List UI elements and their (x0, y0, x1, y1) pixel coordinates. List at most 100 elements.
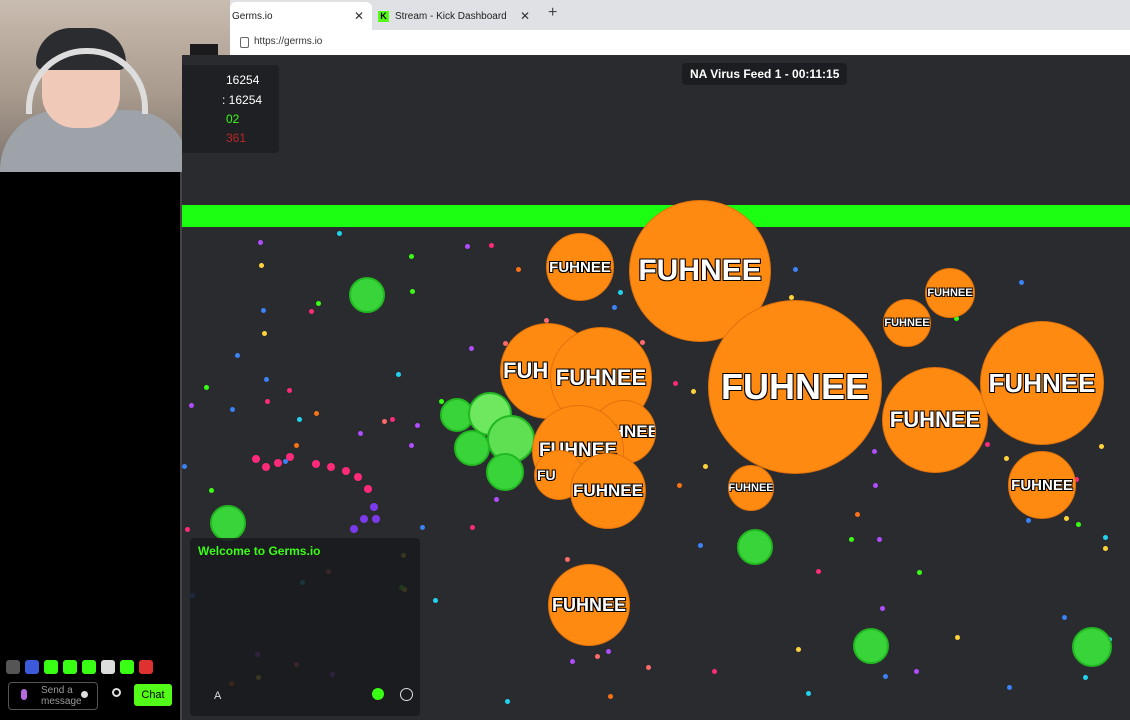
emote-icon[interactable] (120, 660, 134, 674)
emote-icon[interactable] (82, 660, 96, 674)
chat-welcome-message: Welcome to Germs.io (198, 544, 321, 558)
food-pellet (873, 483, 878, 488)
food-pellet (230, 407, 235, 412)
food-pellet (849, 537, 854, 542)
food-pellet (985, 442, 990, 447)
food-pellet (415, 423, 420, 428)
food-pellet (433, 598, 438, 603)
send-message-input[interactable]: Send a message (8, 682, 98, 710)
kick-logo-icon: K (378, 10, 389, 22)
food-pellet (312, 460, 320, 468)
food-pellet (606, 649, 611, 654)
globe-icon[interactable] (400, 688, 413, 701)
food-pellet (360, 515, 368, 523)
game-canvas[interactable]: 16254 : 16254 02 361 NA Virus Feed 1 - 0… (182, 55, 1130, 720)
food-pellet (712, 669, 717, 674)
player-cell: FUHNEE (882, 367, 988, 473)
food-pellet (297, 417, 302, 422)
food-pellet (209, 488, 214, 493)
close-icon[interactable]: ✕ (520, 9, 530, 23)
food-pellet (677, 483, 682, 488)
player-cell: FUHNEE (980, 321, 1104, 445)
food-pellet (1019, 280, 1024, 285)
emote-icon[interactable] (63, 660, 77, 674)
emote-icon[interactable] (139, 660, 153, 674)
food-pellet (235, 353, 240, 358)
food-pellet (618, 290, 623, 295)
food-pellet (258, 240, 263, 245)
url-text[interactable]: https://germs.io (254, 36, 322, 47)
address-bar[interactable]: https://germs.io (230, 30, 1130, 56)
food-pellet (1099, 444, 1104, 449)
food-pellet (1062, 615, 1067, 620)
food-pellet (917, 570, 922, 575)
microphone-icon[interactable] (21, 689, 27, 700)
food-pellet (396, 372, 401, 377)
emote-icon[interactable] (101, 660, 115, 674)
lock-icon (240, 37, 249, 48)
tab-kick-label: Stream - Kick Dashboard (395, 10, 507, 22)
new-tab-icon[interactable]: + (548, 4, 557, 22)
food-pellet (494, 497, 499, 502)
food-pellet (608, 694, 613, 699)
food-pellet (570, 659, 575, 664)
emoji-icon[interactable] (372, 688, 384, 700)
food-pellet (358, 431, 363, 436)
food-pellet (698, 543, 703, 548)
stat-rank: 361 (226, 131, 247, 145)
smile-icon[interactable] (81, 691, 88, 698)
player-cell: FUHNEE (883, 299, 931, 347)
send-placeholder: Send a message (41, 685, 82, 707)
food-pellet (294, 443, 299, 448)
food-pellet (505, 699, 510, 704)
food-pellet (327, 463, 335, 471)
server-timer-label: NA Virus Feed 1 - 00:11:15 (682, 63, 848, 85)
tab-germs[interactable]: Germs.io ✕ (230, 2, 372, 30)
food-pellet (370, 503, 378, 511)
player-cell: FUHNEE (546, 233, 614, 301)
emote-icon[interactable] (25, 660, 39, 674)
stat-max-score: : 16254 (222, 93, 263, 107)
food-pellet (673, 381, 678, 386)
emote-icon[interactable] (44, 660, 58, 674)
food-pellet (595, 654, 600, 659)
food-pellet (274, 459, 282, 467)
food-pellet (314, 411, 319, 416)
emote-icon[interactable] (6, 660, 20, 674)
stat-cells: 02 (226, 112, 240, 126)
food-pellet (390, 417, 395, 422)
food-pellet (252, 455, 260, 463)
kick-chat-panel (0, 172, 180, 720)
close-icon[interactable]: ✕ (354, 9, 364, 23)
food-pellet (350, 525, 358, 533)
food-pellet (316, 301, 321, 306)
virus-cell (210, 505, 246, 541)
player-cell: FUHNEE (728, 465, 774, 511)
chat-input[interactable]: A (214, 690, 221, 702)
food-pellet (286, 453, 294, 461)
gear-icon[interactable] (112, 688, 121, 697)
food-pellet (880, 606, 885, 611)
food-pellet (855, 512, 860, 517)
food-pellet (1064, 516, 1069, 521)
food-pellet (691, 389, 696, 394)
tab-kick-dashboard[interactable]: K Stream - Kick Dashboard ✕ (378, 2, 538, 30)
food-pellet (410, 289, 415, 294)
food-pellet (409, 443, 414, 448)
virus-cell (349, 277, 385, 313)
food-pellet (264, 377, 269, 382)
food-pellet (342, 467, 350, 475)
food-pellet (1004, 456, 1009, 461)
food-pellet (465, 244, 470, 249)
chat-send-button[interactable]: Chat (134, 684, 172, 706)
virus-cell (737, 529, 773, 565)
food-pellet (189, 403, 194, 408)
food-pellet (309, 309, 314, 314)
food-pellet (259, 263, 264, 268)
food-pellet (262, 331, 267, 336)
food-pellet (182, 464, 187, 469)
player-cell: FUHNEE (925, 268, 975, 318)
food-pellet (646, 665, 651, 670)
tab-germs-label: Germs.io (232, 10, 273, 22)
food-pellet (261, 308, 266, 313)
